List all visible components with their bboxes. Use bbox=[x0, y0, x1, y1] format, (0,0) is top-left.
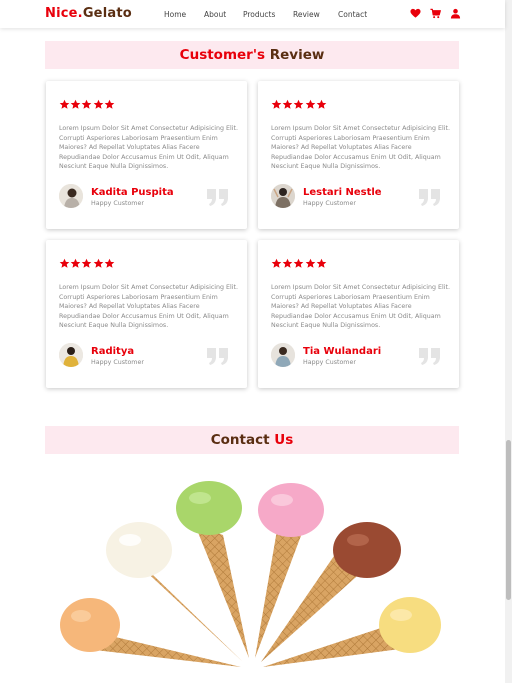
star-icon bbox=[305, 258, 315, 268]
star-rating bbox=[271, 258, 327, 269]
star-rating bbox=[59, 99, 115, 110]
nav-link-contact[interactable]: Contact bbox=[338, 10, 367, 19]
user-icon[interactable] bbox=[450, 8, 461, 19]
contact-heading-part2: Us bbox=[274, 432, 294, 448]
quote-icon bbox=[207, 189, 228, 206]
review-heading-part1: Customer's bbox=[179, 47, 266, 63]
nav-link-review[interactable]: Review bbox=[293, 10, 320, 19]
review-text: Lorem Ipsum Dolor Sit Amet Consectetur A… bbox=[59, 125, 238, 171]
cart-icon[interactable] bbox=[430, 8, 441, 19]
reviewer-role: Happy Customer bbox=[91, 359, 144, 366]
navbar: Nice.Gelato Home About Products Review C… bbox=[0, 0, 505, 28]
reviewer-role: Happy Customer bbox=[303, 359, 356, 366]
review-card: Lorem Ipsum Dolor Sit Amet Consectetur A… bbox=[46, 240, 247, 388]
quote-icon bbox=[419, 348, 440, 365]
brand-part2: Gelato bbox=[82, 6, 132, 21]
brand-logo[interactable]: Nice.Gelato bbox=[45, 6, 132, 21]
star-icon bbox=[104, 99, 115, 109]
star-icon bbox=[93, 99, 103, 109]
review-card: Lorem Ipsum Dolor Sit Amet Consectetur A… bbox=[46, 81, 247, 229]
quote-icon bbox=[419, 189, 440, 206]
review-card: Lorem Ipsum Dolor Sit Amet Consectetur A… bbox=[258, 81, 459, 229]
star-icon bbox=[70, 99, 81, 109]
review-text: Lorem Ipsum Dolor Sit Amet Consectetur A… bbox=[59, 284, 238, 330]
star-icon bbox=[104, 258, 115, 268]
nav-link-home[interactable]: Home bbox=[164, 10, 186, 19]
avatar bbox=[271, 343, 295, 367]
avatar bbox=[59, 184, 83, 208]
star-icon bbox=[316, 99, 327, 109]
star-icon bbox=[316, 258, 327, 268]
star-icon bbox=[305, 99, 315, 109]
avatar bbox=[59, 343, 83, 367]
star-icon bbox=[82, 99, 92, 109]
star-rating bbox=[59, 258, 115, 269]
reviewer-name: Lestari Nestle bbox=[303, 187, 382, 198]
reviewer-name: Kadita Puspita bbox=[91, 187, 174, 198]
star-icon bbox=[59, 99, 70, 109]
star-icon bbox=[93, 258, 103, 268]
review-text: Lorem Ipsum Dolor Sit Amet Consectetur A… bbox=[271, 125, 450, 171]
reviewer-name: Tia Wulandari bbox=[303, 346, 382, 357]
nav-link-products[interactable]: Products bbox=[243, 10, 275, 19]
reviewer-role: Happy Customer bbox=[303, 200, 356, 207]
quote-icon bbox=[207, 348, 228, 365]
star-icon bbox=[282, 258, 293, 268]
ice-cream-cones-image bbox=[60, 481, 441, 667]
scrollbar-thumb[interactable] bbox=[506, 440, 511, 600]
star-rating bbox=[271, 99, 327, 110]
heart-icon[interactable] bbox=[410, 8, 421, 19]
star-icon bbox=[282, 99, 293, 109]
star-icon bbox=[70, 258, 81, 268]
star-icon bbox=[294, 258, 304, 268]
star-icon bbox=[82, 258, 92, 268]
star-icon bbox=[59, 258, 70, 268]
avatar bbox=[271, 184, 295, 208]
contact-heading-part1: Contact bbox=[210, 432, 270, 448]
star-icon bbox=[271, 99, 282, 109]
review-section-heading: Customer's Review bbox=[45, 41, 459, 69]
star-icon bbox=[294, 99, 304, 109]
nav-link-about[interactable]: About bbox=[204, 10, 226, 19]
brand-part1: Nice. bbox=[45, 6, 83, 21]
review-card: Lorem Ipsum Dolor Sit Amet Consectetur A… bbox=[258, 240, 459, 388]
contact-section-heading: Contact Us bbox=[45, 426, 459, 454]
star-icon bbox=[271, 258, 282, 268]
reviewer-role: Happy Customer bbox=[91, 200, 144, 207]
review-text: Lorem Ipsum Dolor Sit Amet Consectetur A… bbox=[271, 284, 450, 330]
review-heading-part2: Review bbox=[269, 47, 325, 63]
reviewer-name: Raditya bbox=[91, 346, 135, 357]
